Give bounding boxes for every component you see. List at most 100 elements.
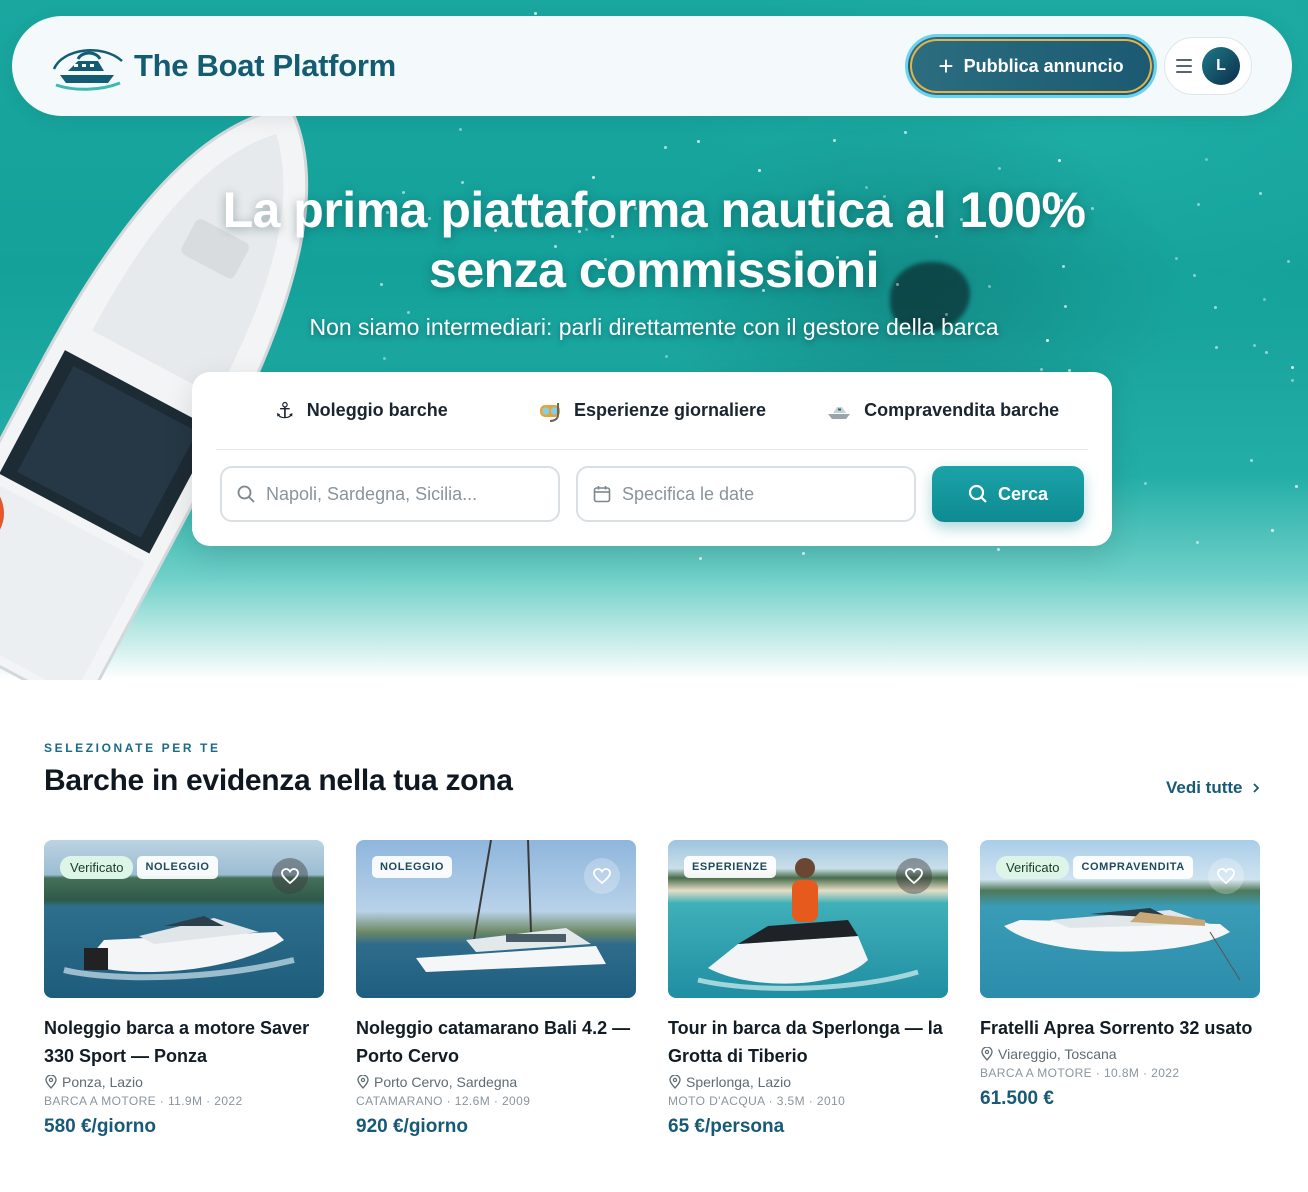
water-sparkle xyxy=(1195,540,1199,544)
listing-card[interactable]: ESPERIENZE Tour in barca da Sperlonga — … xyxy=(668,840,948,1138)
listing-location-text: Porto Cervo, Sardegna xyxy=(374,1074,518,1090)
listing-location: Ponza, Lazio xyxy=(44,1074,324,1090)
brand-logo[interactable]: The Boat Platform xyxy=(52,41,396,91)
tab-compravendita-barche[interactable]: Compravendita barche xyxy=(797,372,1088,449)
water-sparkle xyxy=(1264,351,1268,355)
tab-label: Noleggio barche xyxy=(306,400,448,420)
water-sparkle xyxy=(1213,305,1217,309)
category-badge: ESPERIENZE xyxy=(684,856,776,878)
water-sparkle xyxy=(1215,345,1219,349)
chevron-right-icon xyxy=(1252,783,1259,793)
listing-location-text: Viareggio, Toscana xyxy=(998,1046,1117,1062)
water-sparkle xyxy=(1063,305,1067,309)
listing-photo[interactable]: NOLEGGIO xyxy=(356,840,636,998)
heart-icon xyxy=(1217,868,1235,884)
search-tabs: ⚓ Noleggio barche Esperienze giornaliere… xyxy=(216,372,1088,450)
listing-title[interactable]: Noleggio catamarano Bali 4.2 — Porto Cer… xyxy=(356,1014,636,1070)
search-icon xyxy=(968,484,987,503)
dates-placeholder: Specifica le date xyxy=(622,483,755,504)
water-sparkle xyxy=(533,11,537,15)
listing-card[interactable]: Verificato COMPRAVENDITA Fratelli Aprea … xyxy=(980,840,1260,1110)
tab-esperienze-giornaliere[interactable]: Esperienze giornaliere xyxy=(507,372,798,449)
listing-photo[interactable]: ESPERIENZE xyxy=(668,840,948,998)
water-sparkle xyxy=(697,139,701,143)
water-sparkle xyxy=(591,175,595,179)
location-pin-icon xyxy=(669,1075,681,1089)
publish-listing-button[interactable]: + Pubblica annuncio xyxy=(908,37,1154,95)
water-sparkle xyxy=(903,130,907,134)
listing-title[interactable]: Tour in barca da Sperlonga — la Grotta d… xyxy=(668,1014,948,1070)
tab-label: Esperienze giornaliere xyxy=(573,400,767,420)
heart-icon xyxy=(593,868,611,884)
listing-location-text: Ponza, Lazio xyxy=(62,1074,143,1090)
location-pin-icon xyxy=(45,1075,57,1089)
card-badges: ESPERIENZE xyxy=(684,856,776,878)
listing-meta: BARCA A MOTORE · 10.8M · 2022 xyxy=(980,1066,1180,1080)
diving-mask-icon xyxy=(539,402,560,422)
hero-title: La prima piattaforma nautica al 100% sen… xyxy=(0,180,1308,300)
water-sparkle xyxy=(459,127,463,131)
water-sparkle xyxy=(1250,459,1254,463)
favorite-button[interactable] xyxy=(584,858,620,894)
card-badges: Verificato NOLEGGIO xyxy=(60,856,218,879)
listing-photo[interactable]: Verificato NOLEGGIO xyxy=(44,840,324,998)
heart-icon xyxy=(281,868,299,884)
boat-logo-icon xyxy=(52,49,123,91)
verified-badge: Verificato xyxy=(996,856,1070,879)
listing-location: Porto Cervo, Sardegna xyxy=(356,1074,636,1090)
favorite-button[interactable] xyxy=(272,858,308,894)
user-menu-button[interactable]: L xyxy=(1164,37,1252,95)
listing-price: 580 €/giorno xyxy=(44,1116,156,1137)
water-sparkle xyxy=(665,354,668,358)
listing-price: 61.500 € xyxy=(980,1088,1054,1109)
water-sparkle xyxy=(1291,378,1295,382)
favorite-button[interactable] xyxy=(1208,858,1244,894)
water-sparkle xyxy=(801,551,805,555)
verified-badge: Verificato xyxy=(60,856,134,879)
see-all-link[interactable]: Vedi tutte xyxy=(1166,778,1261,798)
plus-icon: + xyxy=(938,51,954,81)
listing-price: 65 €/persona xyxy=(668,1116,785,1137)
yacht-icon xyxy=(828,406,851,419)
category-badge: COMPRAVENDITA xyxy=(1073,856,1193,879)
location-pin-icon xyxy=(981,1047,993,1061)
anchor-icon: ⚓ xyxy=(274,397,295,423)
search-icon xyxy=(237,485,255,503)
listing-photo[interactable]: Verificato COMPRAVENDITA xyxy=(980,840,1260,998)
water-sparkle xyxy=(832,138,836,142)
listing-location: Sperlonga, Lazio xyxy=(668,1074,948,1090)
search-button-label: Cerca xyxy=(997,483,1049,504)
listing-location: Viareggio, Toscana xyxy=(980,1046,1260,1062)
calendar-icon xyxy=(593,486,611,503)
avatar: L xyxy=(1202,47,1240,85)
listing-title[interactable]: Noleggio barca a motore Saver 330 Sport … xyxy=(44,1014,324,1070)
nav-actions: + Pubblica annuncio L xyxy=(908,37,1252,95)
hero-title-line-2: senza commissioni xyxy=(429,242,880,298)
favorite-button[interactable] xyxy=(896,858,932,894)
location-search-input[interactable]: Napoli, Sardegna, Sicilia... xyxy=(220,466,560,522)
tab-noleggio-barche[interactable]: ⚓ Noleggio barche xyxy=(216,372,507,449)
search-button[interactable]: Cerca xyxy=(932,466,1084,522)
water-sparkle xyxy=(1295,485,1299,489)
water-sparkle xyxy=(1144,482,1148,486)
location-pin-icon xyxy=(357,1075,369,1089)
listing-meta: CATAMARANO · 12.6M · 2009 xyxy=(356,1094,531,1108)
water-sparkle xyxy=(757,169,761,173)
section-eyebrow: SELEZIONATE PER TE xyxy=(44,741,221,755)
category-badge: NOLEGGIO xyxy=(372,856,453,878)
section-title: Barche in evidenza nella tua zona xyxy=(44,764,513,797)
tab-label: Compravendita barche xyxy=(864,400,1060,420)
listing-card[interactable]: NOLEGGIO Noleggio catamarano Bali 4.2 — … xyxy=(356,840,636,1138)
card-badges: NOLEGGIO xyxy=(372,856,453,878)
listing-title[interactable]: Fratelli Aprea Sorrento 32 usato xyxy=(980,1014,1260,1042)
hamburger-menu-icon xyxy=(1176,59,1192,73)
hero-subtitle: Non siamo intermediari: parli direttamen… xyxy=(309,314,999,340)
publish-listing-label: Pubblica annuncio xyxy=(963,55,1124,76)
listing-card[interactable]: Verificato NOLEGGIO Noleggio barca a mot… xyxy=(44,840,324,1138)
water-sparkle xyxy=(1270,529,1274,533)
water-sparkle xyxy=(699,557,703,561)
listing-price: 920 €/giorno xyxy=(356,1116,468,1137)
listing-meta: BARCA A MOTORE · 11.9M · 2022 xyxy=(44,1094,243,1108)
card-badges: Verificato COMPRAVENDITA xyxy=(996,856,1193,879)
date-picker-input[interactable]: Specifica le date xyxy=(576,466,916,522)
